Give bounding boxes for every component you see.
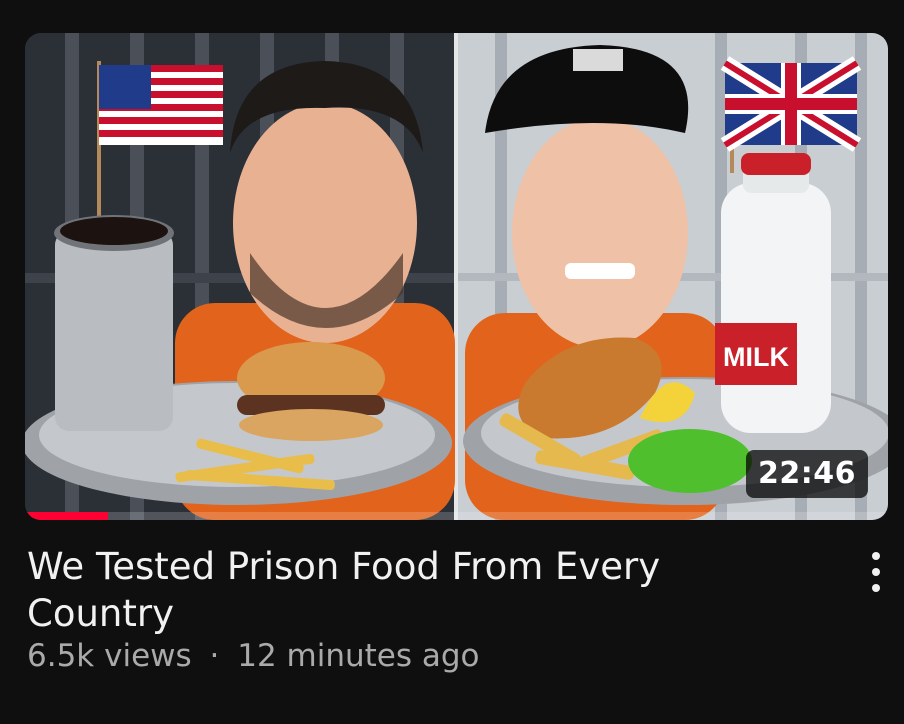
more-vertical-icon-dot <box>872 584 880 592</box>
watch-progress-fill <box>25 512 108 520</box>
meta-separator: · <box>209 638 220 674</box>
duration-badge: 22:46 <box>746 450 868 498</box>
more-vertical-icon-dot <box>872 552 880 560</box>
upload-time: 12 minutes ago <box>237 638 480 674</box>
video-metadata: 6.5k views · 12 minutes ago <box>27 636 480 676</box>
view-count: 6.5k views <box>27 638 192 674</box>
video-thumbnail[interactable]: MILK 22:46 <box>25 33 888 520</box>
video-card[interactable]: MILK 22:46 We Tested Prison Food From Ev… <box>0 0 904 724</box>
more-vertical-icon-dot <box>872 568 880 576</box>
milk-label: MILK <box>723 342 789 372</box>
thumbnail-image: MILK <box>25 33 888 520</box>
more-options-button[interactable] <box>858 552 894 592</box>
video-title[interactable]: We Tested Prison Food From Every Country <box>27 543 787 637</box>
watch-progress-bar <box>25 512 888 520</box>
